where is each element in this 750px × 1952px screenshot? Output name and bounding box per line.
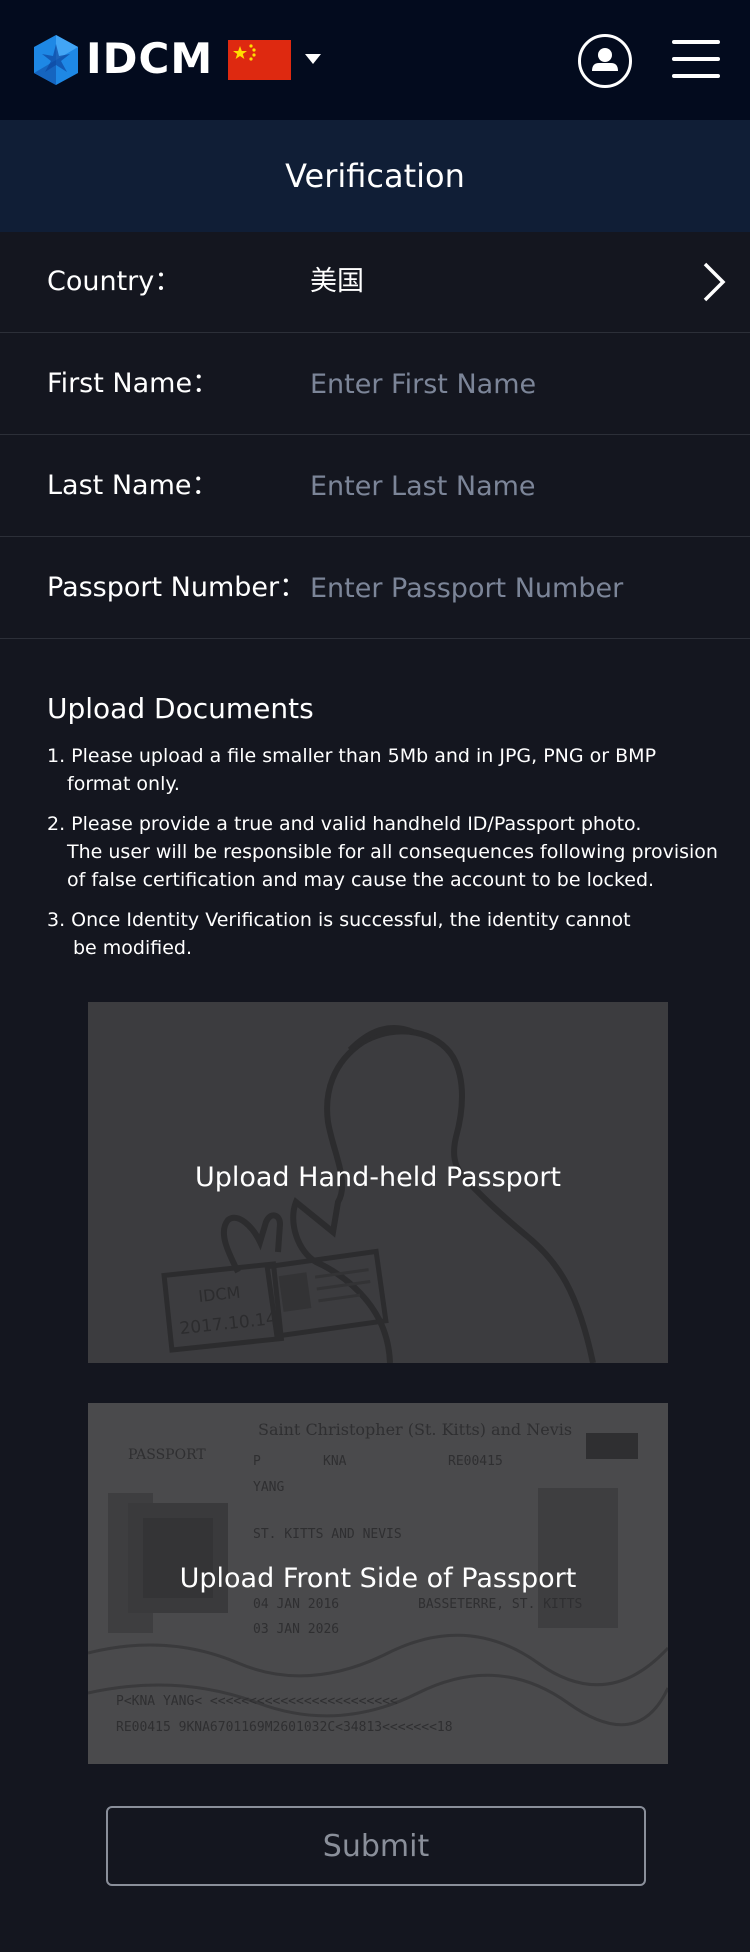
passport-doc-label: PASSPORT (128, 1447, 206, 1463)
user-circle-icon[interactable] (578, 34, 632, 88)
instruction-text: format only. (67, 773, 180, 795)
first-name-row: First Name： (0, 334, 750, 435)
passport-number: RE00415 (448, 1454, 503, 1469)
instruction-text: 2. Please provide a true and valid handh… (47, 813, 642, 835)
first-name-input[interactable] (310, 362, 730, 406)
china-flag-icon[interactable] (228, 40, 291, 80)
last-name-label: Last Name： (47, 470, 219, 501)
country-value: 美国 (310, 266, 364, 297)
upload-instructions: 1. Please upload a file smaller than 5Mb… (47, 742, 737, 974)
submit-button[interactable]: Submit (106, 1806, 646, 1886)
chevron-right-icon[interactable] (702, 262, 726, 302)
chevron-down-icon[interactable] (304, 52, 322, 66)
passport-place: BASSETERRE, ST. KITTS (418, 1597, 582, 1612)
passport-number-input[interactable] (310, 566, 730, 610)
upload-passport-front[interactable]: Saint Christopher (St. Kitts) and Nevis … (88, 1403, 668, 1764)
sample-card-text: IDCM (197, 1283, 241, 1306)
instruction-text: 1. Please upload a file smaller than 5Mb… (47, 745, 657, 767)
passport-type: P (253, 1454, 261, 1469)
top-navbar: IDCM (0, 0, 750, 120)
upload-handheld-caption: Upload Hand-held Passport (194, 1162, 562, 1193)
passport-issue-date: 04 JAN 2016 (253, 1597, 339, 1612)
passport-mrz-line-2: RE00415 9KNA6701169M2601032C<34813<<<<<<… (116, 1720, 453, 1735)
upload-documents-heading: Upload Documents (47, 692, 314, 725)
hexagon-star-logo[interactable] (32, 34, 80, 86)
passport-country-header: Saint Christopher (St. Kitts) and Nevis (258, 1420, 572, 1439)
last-name-input[interactable] (310, 464, 730, 508)
last-name-row: Last Name： (0, 436, 750, 537)
passport-nationality: ST. KITTS AND NEVIS (253, 1527, 402, 1542)
instruction-text: be modified. (73, 937, 193, 959)
instruction-3: 3. Once Identity Verification is success… (47, 906, 737, 962)
instruction-text: The user will be responsible for all con… (67, 841, 718, 863)
country-selector[interactable]: Country： 美国 (0, 232, 750, 333)
hamburger-menu-icon[interactable] (672, 38, 720, 80)
country-label: Country： (47, 266, 182, 297)
upload-front-caption: Upload Front Side of Passport (179, 1563, 577, 1594)
instruction-text: 3. Once Identity Verification is success… (47, 909, 631, 931)
sample-card-date: 2017.10.14 (179, 1309, 278, 1339)
passport-number-row: Passport Number： (0, 538, 750, 639)
page-title: Verification (0, 120, 750, 232)
upload-handheld-passport[interactable]: IDCM 2017.10.14 Upload Hand-held Passpor… (88, 1002, 668, 1363)
passport-surname: YANG (253, 1480, 284, 1495)
instruction-2: 2. Please provide a true and valid handh… (47, 810, 737, 894)
instruction-1: 1. Please upload a file smaller than 5Mb… (47, 742, 737, 798)
brand-name[interactable]: IDCM (86, 32, 213, 86)
first-name-label: First Name： (47, 368, 220, 399)
passport-code: KNA (323, 1454, 347, 1469)
passport-mrz-line-1: P<KNA YANG< <<<<<<<<<<<<<<<<<<<<<<<< (116, 1694, 398, 1709)
instruction-text: of false certification and may cause the… (67, 869, 655, 891)
passport-number-label: Passport Number： (47, 572, 307, 603)
passport-expiry-date: 03 JAN 2026 (253, 1622, 339, 1637)
